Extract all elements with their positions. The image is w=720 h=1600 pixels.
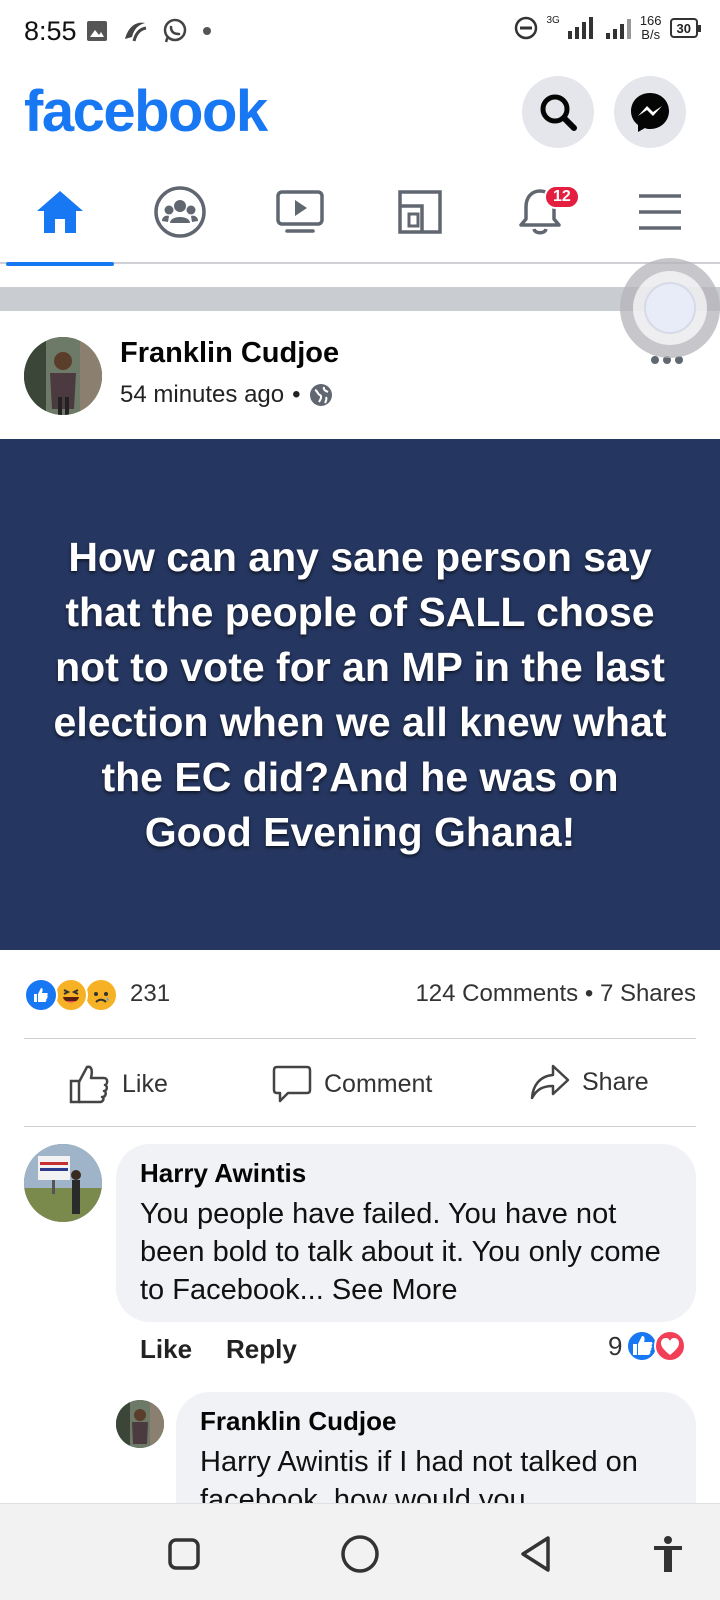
tab-groups[interactable] [120, 160, 240, 264]
comment-actions: Like Reply [140, 1334, 297, 1365]
square-icon [168, 1538, 200, 1570]
reaction-count[interactable]: 231 [130, 980, 170, 1008]
marketplace-icon [398, 190, 442, 234]
search-button[interactable] [522, 76, 594, 148]
image-icon [87, 21, 107, 41]
comment-button[interactable]: Comment [272, 1064, 432, 1104]
sad-reaction-icon [84, 978, 118, 1012]
tab-home[interactable] [0, 160, 120, 266]
messenger-button[interactable] [614, 76, 686, 148]
share-label: Share [582, 1067, 649, 1096]
divider [24, 1126, 696, 1127]
accessibility-button[interactable] [646, 1532, 690, 1576]
network-type: 3G [546, 14, 560, 26]
share-button[interactable]: Share [530, 1064, 649, 1100]
post-reactions: 231 124 Comments • 7 Shares [24, 970, 696, 1020]
post-body[interactable]: How can any sane person say that the peo… [0, 439, 720, 950]
meta-separator: • [292, 381, 301, 408]
comment-reaction-count: 9 [608, 1330, 623, 1361]
reply-author[interactable]: Franklin Cudjoe [200, 1406, 672, 1437]
status-left-icons [86, 18, 212, 44]
back-triangle-icon [521, 1536, 550, 1572]
groups-icon [154, 186, 206, 238]
comment-bubble[interactable]: Harry Awintis You people have failed. Yo… [116, 1144, 696, 1322]
comment-reactions[interactable]: 9 [608, 1330, 687, 1362]
home-icon [37, 191, 83, 233]
signal-app-icon [125, 22, 147, 42]
post-author[interactable]: Franklin Cudjoe [120, 337, 339, 370]
post-time[interactable]: 54 minutes ago [120, 381, 284, 409]
commenter-photo-icon [24, 1144, 102, 1222]
signal-strength-2-icon [605, 19, 631, 39]
status-bar: 8:55 3G 166 B/s 30 [0, 0, 720, 66]
comments-count[interactable]: 124 Comments [415, 980, 578, 1007]
like-label: Like [122, 1069, 168, 1098]
status-right-icons: 3G 166 B/s 30 [514, 13, 702, 42]
floating-bubble-core [644, 282, 696, 334]
like-button[interactable]: Like [68, 1064, 168, 1104]
feed-separator [0, 287, 720, 311]
app-header: facebook [0, 70, 720, 150]
comment-label: Comment [324, 1069, 433, 1098]
comment-icon [272, 1065, 312, 1103]
home-button[interactable] [338, 1532, 382, 1576]
system-nav-bar [0, 1503, 720, 1600]
tab-watch[interactable] [240, 160, 360, 264]
reply-author-avatar[interactable] [116, 1400, 164, 1448]
do-not-disturb-icon [515, 16, 538, 40]
comment-text: You people have failed. You have not bee… [140, 1198, 661, 1306]
search-icon [540, 94, 577, 131]
network-speed: 166 B/s [639, 13, 662, 42]
shares-count[interactable]: 7 Shares [600, 980, 696, 1007]
whatsapp-icon [163, 18, 187, 43]
tab-notifications[interactable]: 12 [480, 160, 600, 264]
post-actions: Like Comment Share [0, 1046, 720, 1126]
floating-assistive-bubble[interactable] [620, 258, 720, 358]
video-icon [276, 190, 324, 233]
signal-strength-icon [567, 17, 593, 39]
stats-separator: • [584, 980, 594, 1007]
messenger-icon [631, 93, 669, 132]
tab-marketplace[interactable] [360, 160, 480, 264]
globe-icon [309, 384, 332, 406]
post-meta: 54 minutes ago • [120, 381, 333, 409]
person-photo-icon [116, 1400, 164, 1448]
notification-dot-icon [203, 27, 211, 35]
post-text: How can any sane person say that the peo… [53, 533, 667, 855]
circle-icon [341, 1535, 379, 1573]
love-reaction-icon [654, 1330, 687, 1362]
accessibility-icon [654, 1536, 682, 1572]
divider [24, 1038, 696, 1039]
comment-like-button[interactable]: Like [140, 1334, 192, 1365]
recents-button[interactable] [162, 1532, 206, 1576]
haha-reaction-icon [54, 978, 88, 1012]
share-icon [530, 1064, 570, 1100]
comment-author[interactable]: Harry Awintis [140, 1158, 672, 1189]
post-header: Franklin Cudjoe 54 minutes ago • [0, 311, 720, 439]
main-nav: 12 [0, 160, 720, 266]
notifications-badge: 12 [544, 185, 580, 209]
commenter-avatar[interactable] [24, 1144, 102, 1222]
facebook-logo[interactable]: facebook [24, 78, 268, 145]
menu-icon [639, 194, 681, 230]
back-button[interactable] [514, 1532, 558, 1576]
tab-menu[interactable] [600, 160, 720, 264]
like-reaction-icon [24, 978, 58, 1012]
floating-bubble-ring [633, 271, 707, 345]
reaction-icons[interactable] [24, 978, 118, 1012]
person-photo-icon [24, 337, 102, 415]
author-avatar[interactable] [24, 337, 102, 415]
status-time: 8:55 [24, 16, 77, 46]
post-stats: 124 Comments • 7 Shares [415, 980, 696, 1008]
thumbs-up-icon [69, 1065, 109, 1104]
comment-reply-button[interactable]: Reply [226, 1334, 297, 1365]
battery-indicator: 30 [669, 18, 702, 38]
